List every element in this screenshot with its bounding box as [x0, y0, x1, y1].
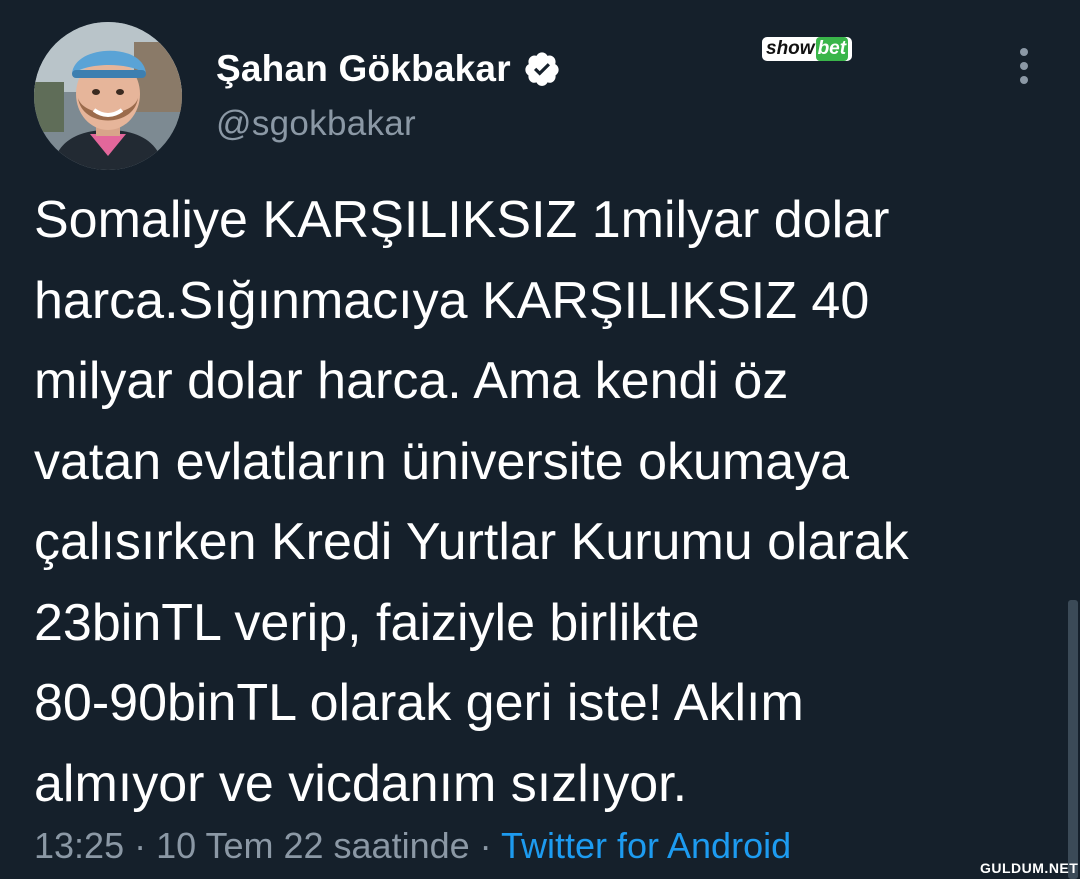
tweet-text-line: 80-90binTL olarak geri iste! Aklım — [34, 674, 804, 732]
meta-separator: · — [469, 825, 501, 866]
scrollbar-thumb[interactable] — [1068, 600, 1078, 879]
avatar[interactable] — [34, 22, 182, 170]
more-options-icon[interactable] — [1004, 44, 1044, 88]
profile-photo — [34, 22, 182, 170]
tweet-source-link[interactable]: Twitter for Android — [501, 825, 791, 866]
tweet-meta: 13:25 · 10 Tem 22 saatinde · Twitter for… — [34, 822, 791, 870]
author-name-row[interactable]: Şahan Gökbakar — [216, 46, 561, 92]
author-handle[interactable]: @sgokbakar — [216, 104, 416, 144]
watermark-logo: show bet — [762, 37, 853, 61]
tweet-text-line: vatan evlatların üniversite okumaya — [34, 432, 850, 491]
display-name[interactable]: Şahan Gökbakar — [216, 48, 511, 90]
watermark-logo-part2: bet — [815, 37, 849, 61]
verified-badge-icon — [523, 50, 561, 88]
tweet-text-line: milyar dolar harca. Ama kendi öz — [34, 352, 789, 410]
tweet-text-line: çalısırken Kredi Yurtlar Kurumu olarak — [34, 513, 909, 571]
tweet-text-line: almıyor ve vicdanım sızlıyor. — [34, 754, 688, 813]
watermark-logo-part1: show — [766, 38, 815, 59]
tweet-text-line: harca.Sığınmacıya KARŞILIKSIZ 40 — [34, 271, 870, 330]
tweet-timestamp[interactable]: 13:25 · 10 Tem 22 saatinde — [34, 825, 470, 866]
watermark-text: GULDUM.NET — [980, 860, 1079, 876]
tweet-text-line: Somaliye KARŞILIKSIZ 1milyar dolar — [34, 191, 890, 249]
more-dot — [1020, 48, 1028, 56]
tweet-text-line: 23binTL verip, faiziyle birlikte — [34, 593, 700, 652]
more-dot — [1020, 62, 1028, 70]
tweet-text: Somaliye KARŞILIKSIZ 1milyar dolar harca… — [34, 180, 1054, 824]
more-dot — [1020, 76, 1028, 84]
